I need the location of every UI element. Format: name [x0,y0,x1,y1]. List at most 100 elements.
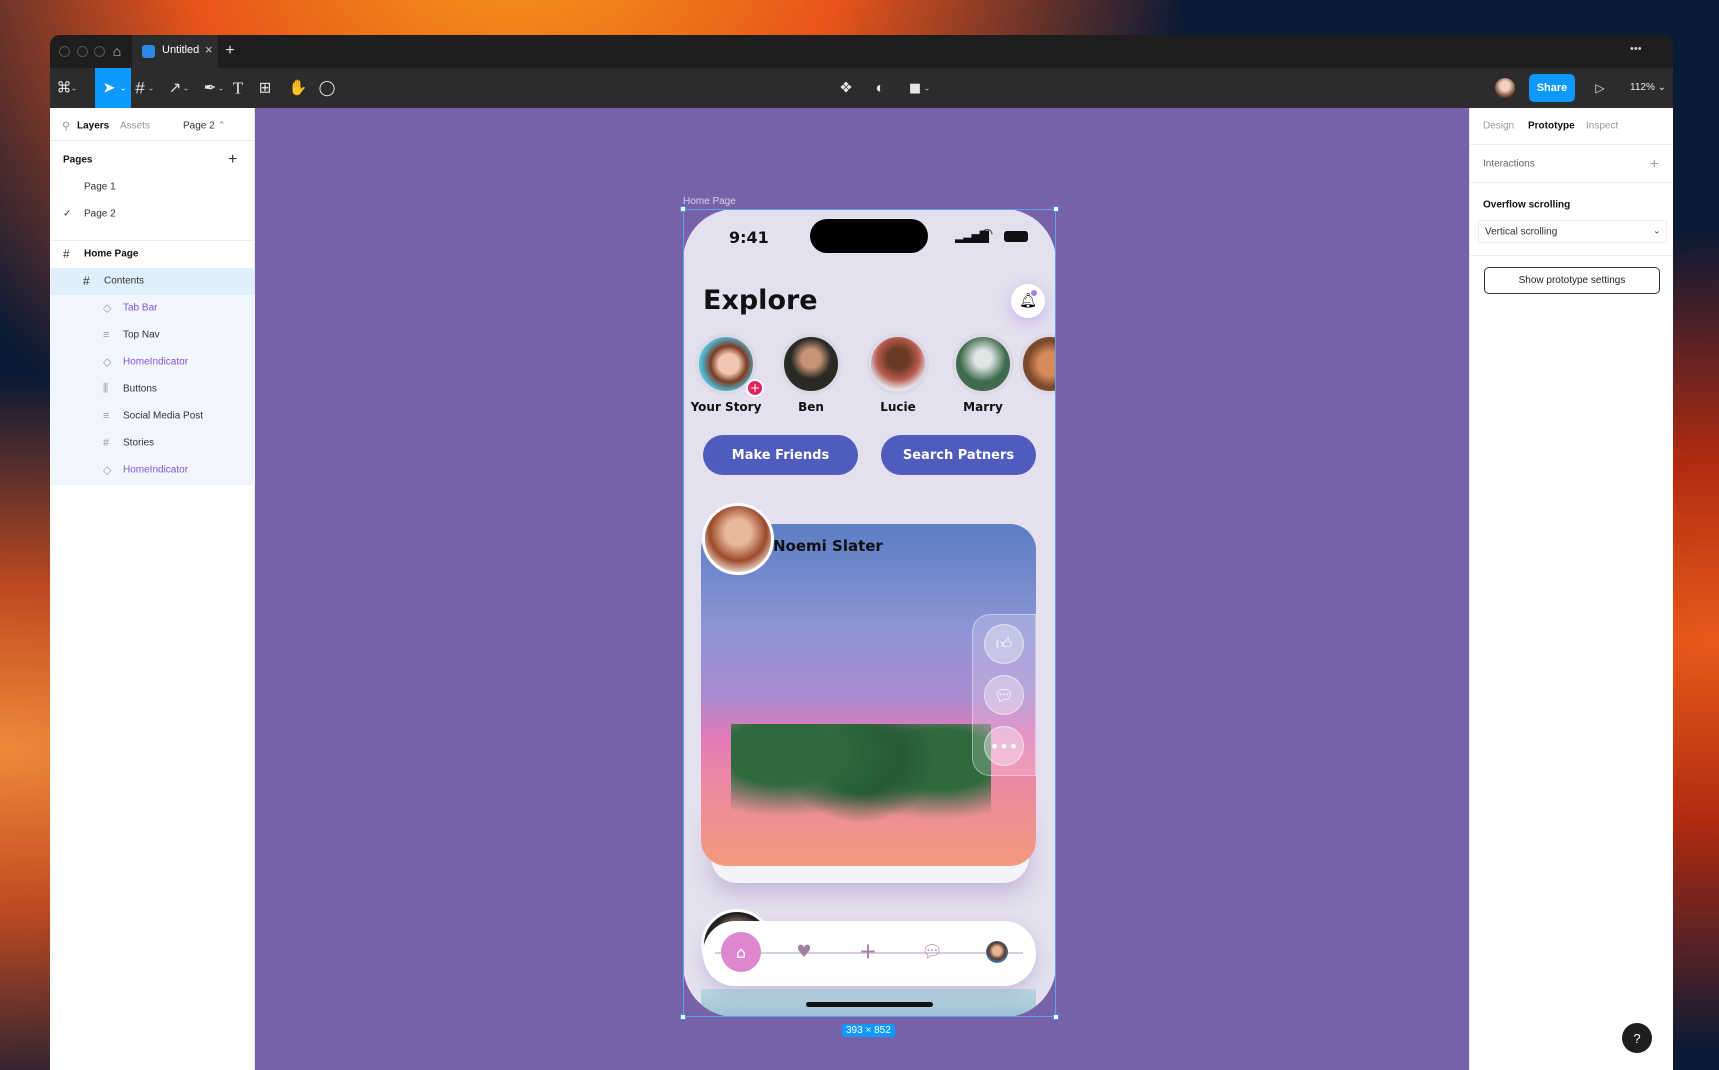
story-label: Ben [798,400,824,414]
layer-home-page[interactable]: Home Page [84,249,138,260]
layer-buttons[interactable]: ⫼ Buttons [50,376,255,403]
pages-heading: Pages [63,154,93,166]
post-actions-panel: 👍︎ 💬︎ ••• [972,614,1036,776]
search-partners-button[interactable]: Search Patners [881,435,1036,475]
overflow-heading: Overflow scrolling [1483,199,1571,211]
tab-profile-avatar[interactable] [986,941,1008,963]
close-tab-icon[interactable]: × [205,42,213,57]
layer-tab-bar[interactable]: ◇ Tab Bar [50,295,255,322]
move-tool-button[interactable]: ➤ ⌄ [95,68,131,108]
component-instance-icon: ◇ [103,302,112,315]
layer-home-indicator-2[interactable]: ◇ HomeIndicator [50,457,255,484]
resize-handle[interactable] [1053,206,1059,212]
resources-icon[interactable]: ⊞ [259,81,272,96]
auto-layout-vertical-icon: ≡ [103,329,110,341]
layer-top-nav[interactable]: ≡ Top Nav [50,322,255,349]
create-component-icon[interactable]: ❖ [839,81,852,96]
zoom-level-dropdown[interactable]: 112% ⌄ [1630,82,1666,93]
phone-frame[interactable]: 9:41 ▂▃▅▇ ◠ Explore 🔔︎ + Your Story Ben … [683,209,1056,1017]
left-panel: ⚲ Layers Assets Page 2 ⌃ Pages + Page 1 … [50,108,255,1070]
story-marry[interactable] [952,333,1014,395]
help-button[interactable]: ? [1622,1023,1652,1053]
zoom-level: 112% [1630,82,1655,93]
tab-title: Untitled [162,44,200,56]
story-ben[interactable] [780,333,842,395]
tab-prototype[interactable]: Prototype [1528,121,1575,132]
tab-messages-icon[interactable]: 💬︎ [921,942,943,962]
layer-label: Contents [104,275,145,287]
resize-handle[interactable] [680,206,686,212]
layer-children: ◇ Tab Bar ≡ Top Nav ◇ HomeIndicator ⫼ Button… [50,295,255,485]
comment-button[interactable]: 💬︎ [984,675,1024,715]
layer-contents[interactable]: # Contents [50,268,255,295]
home-icon: ⌂ [735,942,747,962]
more-button[interactable]: ••• [984,726,1024,766]
frame-icon: # [103,437,110,449]
thumbs-up-icon: 👍︎ [995,634,1013,653]
figma-menu-icon[interactable]: ⌘ [57,81,72,96]
resize-handle[interactable] [680,1014,686,1020]
overflow-dropdown[interactable]: Vertical scrolling ⌄ [1478,220,1667,243]
page-title: Explore [703,285,818,316]
layer-stories[interactable]: # Stories [50,430,255,457]
new-tab-icon[interactable]: + [225,43,234,59]
post-author-avatar[interactable] [702,503,774,575]
auto-layout-vertical-icon: ≡ [103,410,110,422]
text-tool-icon[interactable]: T [233,80,243,97]
close-window-button[interactable] [59,46,70,57]
tab-layers[interactable]: Layers [77,121,109,132]
component-instance-icon: ◇ [103,464,112,477]
layer-social-media-post[interactable]: ≡ Social Media Post [50,403,255,430]
story-label: Your Story [690,400,762,414]
comment-icon: 💬︎ [993,685,1015,705]
tab-add-plus-icon[interactable]: + [859,940,877,965]
resize-handle[interactable] [1053,1014,1059,1020]
layer-home-indicator[interactable]: ◇ HomeIndicator [50,349,255,376]
tab-inspect[interactable]: Inspect [1586,121,1618,132]
boolean-operations-icon[interactable]: ◼ [909,81,921,96]
like-button[interactable]: 👍︎ [984,624,1024,664]
frame-label[interactable]: Home Page [683,196,736,207]
wifi-icon: ◠ [981,226,994,242]
home-icon[interactable]: ⌂ [113,44,121,58]
make-friends-button[interactable]: Make Friends [703,435,858,475]
share-button[interactable]: Share [1529,74,1575,102]
battery-icon [1004,231,1028,242]
line-arrow-tool-icon[interactable]: ↗ [169,81,182,96]
mask-icon[interactable]: ◐ [875,81,884,96]
story-label: Marry [963,400,1003,414]
hand-tool-icon[interactable]: ✋ [289,81,308,96]
tab-favorites-heart-icon[interactable]: ♥ [796,942,811,962]
add-story-icon[interactable]: + [746,379,764,397]
page-item-1[interactable]: Page 1 [84,182,116,193]
frame-tool-icon[interactable]: # [135,80,144,97]
home-indicator [806,1002,933,1007]
pen-tool-icon[interactable]: ✒ [204,81,217,96]
tab-bar: ⌂ Untitled × + ••• [50,35,1673,68]
notification-bell-button[interactable]: 🔔︎ [1011,284,1045,318]
maximize-window-button[interactable] [94,46,105,57]
tab-design[interactable]: Design [1483,121,1514,132]
story-more[interactable] [1019,333,1056,395]
show-prototype-settings-button[interactable]: Show prototype settings [1484,267,1660,294]
add-interaction-icon[interactable]: + [1650,156,1659,173]
more-options-icon[interactable]: ••• [1630,43,1642,55]
status-time: 9:41 [729,228,769,247]
story-label: Lucie [880,400,916,414]
present-play-icon[interactable]: ▷ [1595,82,1604,94]
minimize-window-button[interactable] [77,46,88,57]
comment-tool-icon[interactable]: ◯ [319,81,336,96]
page-item-2[interactable]: Page 2 [84,209,116,220]
post-author-name: Noemi Slater [773,537,883,555]
user-avatar[interactable] [1495,78,1515,98]
tab-assets[interactable]: Assets [120,121,150,132]
add-page-icon[interactable]: + [228,151,237,169]
component-instance-icon: ◇ [103,356,112,369]
file-tab[interactable]: Untitled × [132,35,218,68]
search-layers-icon[interactable]: ⚲ [62,120,70,133]
tab-home[interactable]: ⌂ [721,932,761,972]
page-selector[interactable]: Page 2 ⌃ [183,121,226,132]
story-lucie[interactable] [867,333,929,395]
file-icon [142,45,155,58]
right-panel: Design Prototype Inspect Interactions + … [1469,108,1673,1070]
